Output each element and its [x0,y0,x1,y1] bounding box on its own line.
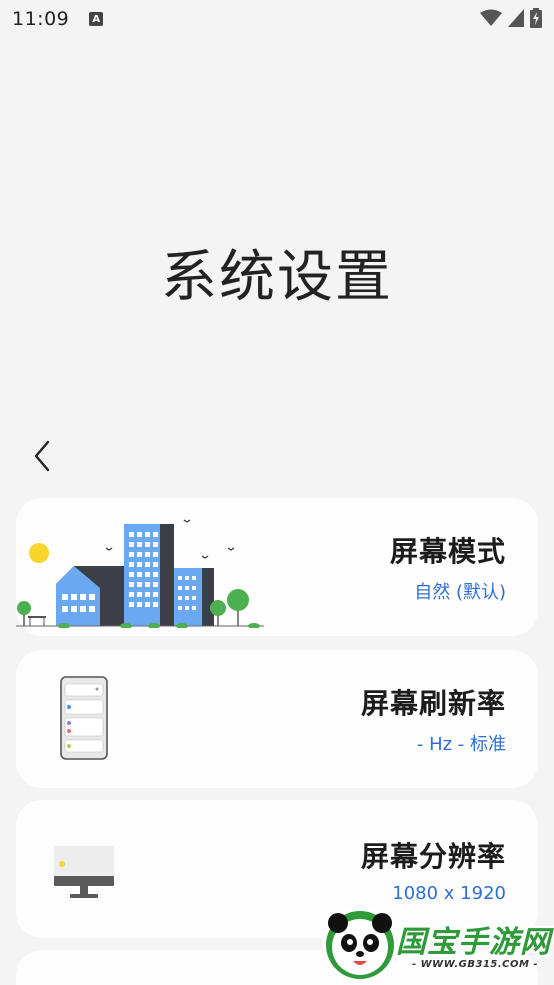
status-time: 11:09 [12,8,70,30]
city-illustration [16,519,264,628]
page-title: 系统设置 [161,245,393,310]
resolution-title: 屏幕分辨率 [360,839,506,873]
wifi-icon [480,9,502,26]
screen-mode-text: 屏幕模式 自然 (默认) [390,498,506,636]
status-icons [480,8,542,28]
monitor-illustration [54,846,114,898]
refresh-rate-value: - Hz - 标准 [416,734,506,755]
status-bar: 11:09 A [0,0,554,38]
phone-illustration [60,676,108,760]
watermark-logo-text: 国宝手游网 [396,925,551,960]
watermark-url: - WWW.GB315.COM - [412,959,539,970]
screen-mode-title: 屏幕模式 [389,535,506,568]
screen-mode-card[interactable]: 屏幕模式 自然 (默认) [16,498,538,636]
panda-logo [323,908,397,982]
back-button[interactable] [26,438,58,474]
notification-a-icon: A [89,12,104,26]
refresh-rate-card[interactable]: 屏幕刷新率 - Hz - 标准 [16,650,538,788]
battery-charging-icon [530,8,542,28]
watermark: 国宝手游网 - WWW.GB315.COM - [316,903,554,985]
chevron-left-icon [34,440,50,472]
refresh-rate-title: 屏幕刷新率 [360,687,506,720]
resolution-value: 1080 x 1920 [392,882,506,904]
refresh-rate-text: 屏幕刷新率 - Hz - 标准 [361,650,506,788]
signal-icon [508,9,524,27]
screen-mode-value: 自然 (默认) [414,582,506,603]
